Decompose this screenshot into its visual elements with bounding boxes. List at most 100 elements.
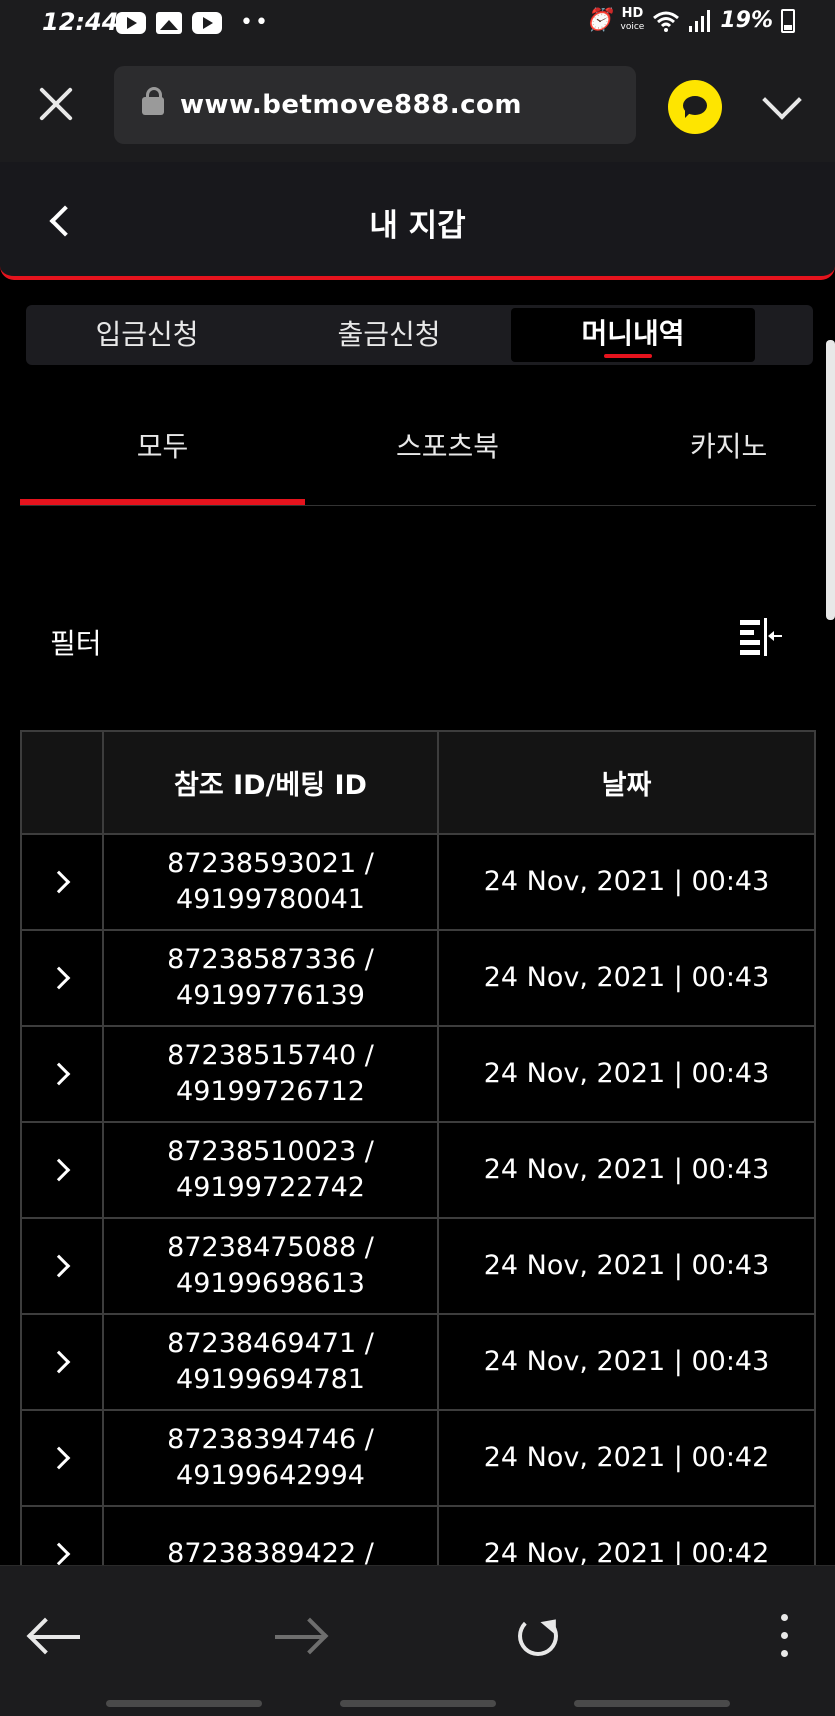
- gallery-icon: [156, 12, 182, 34]
- ref-id: 87238593021 /: [167, 848, 374, 879]
- close-icon[interactable]: [36, 84, 76, 124]
- table-row[interactable]: 87238469471 / 49199694781 24 Nov, 2021 | …: [20, 1313, 816, 1411]
- table-header-expand: [20, 730, 104, 835]
- browser-bottom-nav: [0, 1565, 835, 1716]
- row-ids: 87238510023 / 49199722742: [102, 1121, 439, 1219]
- chevron-right-icon: [47, 1062, 71, 1086]
- kakaotalk-icon[interactable]: [668, 80, 722, 134]
- lock-icon: [142, 87, 164, 115]
- active-tab-indicator: [604, 354, 652, 358]
- filter-label: 필터: [50, 627, 102, 660]
- table-header-date: 날짜: [437, 730, 816, 835]
- ref-id: 87238469471 /: [167, 1328, 374, 1359]
- more-notifications-icon: ••: [240, 10, 270, 35]
- status-bar: 12:44 •• ⏰ HD voice 19%: [0, 0, 835, 50]
- bet-id: 49199722742: [176, 1172, 365, 1203]
- row-expand-button[interactable]: [20, 1121, 104, 1219]
- chevron-right-icon: [47, 1254, 71, 1278]
- reload-icon[interactable]: [484, 1566, 594, 1706]
- row-ids: 87238587336 / 49199776139: [102, 929, 439, 1027]
- table-row[interactable]: 87238475088 / 49199698613 24 Nov, 2021 | …: [20, 1217, 816, 1315]
- row-expand-button[interactable]: [20, 1505, 104, 1565]
- wifi-icon: [653, 11, 680, 32]
- row-expand-button[interactable]: [20, 1025, 104, 1123]
- category-active-indicator: [20, 499, 305, 505]
- chevron-right-icon: [47, 1542, 71, 1565]
- bet-id: 49199726712: [176, 1076, 365, 1107]
- chevron-right-icon: [47, 1446, 71, 1470]
- table-row[interactable]: 87238587336 / 49199776139 24 Nov, 2021 | …: [20, 929, 816, 1027]
- ref-id: 87238389422 /: [167, 1538, 374, 1565]
- battery-percent: 19%: [720, 8, 773, 33]
- row-date: 24 Nov, 2021 | 00:43: [437, 833, 816, 931]
- browser-toolbar: www.betmove888.com: [0, 50, 835, 162]
- chevron-right-icon: [47, 966, 71, 990]
- table-row[interactable]: 87238389422 / 24 Nov, 2021 | 00:42: [20, 1505, 816, 1565]
- row-expand-button[interactable]: [20, 1409, 104, 1507]
- row-date: 24 Nov, 2021 | 00:42: [437, 1409, 816, 1507]
- table-row[interactable]: 87238510023 / 49199722742 24 Nov, 2021 | …: [20, 1121, 816, 1219]
- tab-withdraw[interactable]: 출금신청: [268, 305, 510, 365]
- table-row[interactable]: 87238593021 / 49199780041 24 Nov, 2021 | …: [20, 833, 816, 931]
- table-header-row: 참조 ID/베팅 ID 날짜: [20, 730, 816, 835]
- filter-toggle-icon[interactable]: [740, 618, 786, 658]
- status-time: 12:44: [42, 8, 119, 36]
- row-ids: 87238389422 /: [102, 1505, 439, 1565]
- url-text: www.betmove888.com: [180, 90, 522, 120]
- table-header-ref: 참조 ID/베팅 ID: [102, 730, 439, 835]
- gesture-handle: [106, 1700, 262, 1707]
- gesture-handle: [574, 1700, 730, 1707]
- category-tab-sportsbook[interactable]: 스포츠북: [305, 425, 590, 465]
- row-date: 24 Nov, 2021 | 00:43: [437, 1121, 816, 1219]
- bet-id: 49199776139: [176, 980, 365, 1011]
- table-row[interactable]: 87238515740 / 49199726712 24 Nov, 2021 | …: [20, 1025, 816, 1123]
- page-header: 내 지갑: [0, 162, 835, 280]
- chevron-down-icon[interactable]: [760, 84, 800, 124]
- address-bar[interactable]: www.betmove888.com: [114, 66, 636, 144]
- row-ids: 87238593021 / 49199780041: [102, 833, 439, 931]
- category-tab-all[interactable]: 모두: [20, 425, 305, 465]
- tab-deposit[interactable]: 입금신청: [26, 305, 268, 365]
- more-menu-icon[interactable]: [731, 1566, 835, 1706]
- row-expand-button[interactable]: [20, 833, 104, 931]
- row-date: 24 Nov, 2021 | 00:43: [437, 929, 816, 1027]
- row-date: 24 Nov, 2021 | 00:43: [437, 1313, 816, 1411]
- row-ids: 87238469471 / 49199694781: [102, 1313, 439, 1411]
- category-tab-casino[interactable]: 카지노: [590, 425, 835, 465]
- battery-icon: [781, 8, 795, 33]
- page-scrollbar[interactable]: [826, 340, 835, 620]
- money-history-table: 참조 ID/베팅 ID 날짜 87238593021 / 49199780041 …: [20, 730, 816, 1565]
- chevron-right-icon: [47, 1350, 71, 1374]
- table-row[interactable]: 87238394746 / 49199642994 24 Nov, 2021 | …: [20, 1409, 816, 1507]
- hd-voice-icon: HD voice: [620, 6, 645, 32]
- row-date: 24 Nov, 2021 | 00:42: [437, 1505, 816, 1565]
- wallet-tabs: 입금신청 출금신청 머니내역: [26, 305, 813, 365]
- back-arrow-icon[interactable]: [10, 1566, 120, 1706]
- row-ids: 87238475088 / 49199698613: [102, 1217, 439, 1315]
- row-date: 24 Nov, 2021 | 00:43: [437, 1217, 816, 1315]
- row-ids: 87238515740 / 49199726712: [102, 1025, 439, 1123]
- bet-id: 49199780041: [176, 884, 365, 915]
- bet-id: 49199642994: [176, 1460, 365, 1491]
- row-ids: 87238394746 / 49199642994: [102, 1409, 439, 1507]
- category-divider: [20, 505, 816, 506]
- alarm-icon: ⏰: [585, 8, 613, 33]
- ref-id: 87238394746 /: [167, 1424, 374, 1455]
- signal-icon: [689, 9, 711, 32]
- system-icons: ⏰ HD voice 19%: [585, 6, 795, 33]
- row-expand-button[interactable]: [20, 1313, 104, 1411]
- bet-id: 49199698613: [176, 1268, 365, 1299]
- youtube-icon: [192, 12, 222, 34]
- row-date: 24 Nov, 2021 | 00:43: [437, 1025, 816, 1123]
- chevron-right-icon: [47, 870, 71, 894]
- forward-arrow-icon[interactable]: [255, 1566, 365, 1706]
- page-title: 내 지갑: [369, 208, 466, 244]
- gesture-handle: [340, 1700, 496, 1707]
- row-expand-button[interactable]: [20, 929, 104, 1027]
- bet-id: 49199694781: [176, 1364, 365, 1395]
- ref-id: 87238515740 /: [167, 1040, 374, 1071]
- ref-id: 87238587336 /: [167, 944, 374, 975]
- ref-id: 87238510023 /: [167, 1136, 374, 1167]
- row-expand-button[interactable]: [20, 1217, 104, 1315]
- ref-id: 87238475088 /: [167, 1232, 374, 1263]
